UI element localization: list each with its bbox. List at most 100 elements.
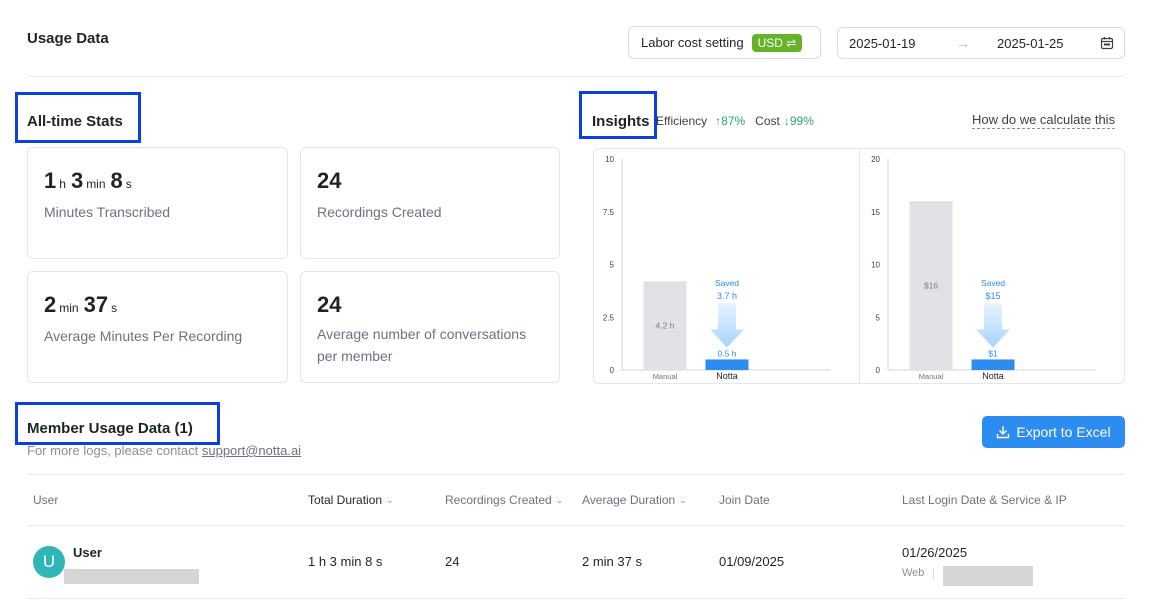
saved-label: Saved [715, 278, 739, 288]
insights-summary: Efficiency ↑87% Cost ↓99% [656, 114, 814, 128]
bar-notta [971, 359, 1015, 370]
y-tick-label: 10 [605, 155, 614, 164]
bar-notta [705, 359, 749, 370]
stat-number: 37 [83, 292, 109, 317]
stat-unit: s [125, 177, 132, 191]
stat-number: 2 [44, 292, 57, 317]
stat-unit: h [59, 177, 66, 191]
table-top-divider [27, 474, 1125, 475]
x-category-label: Manual [653, 372, 678, 381]
stat-unit: min [59, 301, 79, 315]
labor-cost-setting-button[interactable]: Labor cost setting USD ⇌ [628, 26, 821, 59]
page-title: Usage Data [27, 30, 109, 47]
cost-comparison-chart: 0 5 10 15 20 $16 Manual $1 Notta Saved $15 [871, 155, 1096, 381]
column-header-recordings-created[interactable]: Recordings Created ⌄ [445, 493, 563, 507]
saved-label: Saved [981, 278, 1005, 288]
y-tick-label: 0 [876, 366, 881, 375]
y-tick-label: 7.5 [603, 208, 615, 217]
user-name: User [73, 545, 102, 560]
stat-label: Average Minutes Per Recording [44, 328, 243, 344]
column-label: Join Date [719, 493, 770, 507]
column-label: Average Duration [582, 493, 676, 507]
stat-unit: s [111, 301, 118, 315]
cell-login-service: Web [902, 567, 925, 579]
cell-total-duration: 1 h 3 min 8 s [308, 554, 383, 569]
data-label-manual: $16 [924, 281, 938, 291]
stat-card-recordings-created: 24 Recordings Created [300, 147, 560, 259]
stat-value: 1 h 3 min 8 s [44, 168, 137, 194]
currency-switch-badge[interactable]: USD ⇌ [751, 33, 803, 52]
export-label: Export to Excel [1016, 424, 1111, 440]
cost-label: Cost [755, 114, 780, 128]
stat-label: Average number of conversations per memb… [317, 326, 527, 364]
column-label: User [33, 493, 59, 507]
avatar: U [33, 546, 65, 578]
x-category-label: Notta [982, 371, 1004, 381]
member-usage-title: Member Usage Data (1) [27, 420, 193, 437]
y-tick-label: 0 [610, 366, 615, 375]
x-category-label: Notta [716, 371, 738, 381]
date-range-picker[interactable]: 2025-01-19 → 2025-01-25 [837, 27, 1125, 59]
cell-join-date: 01/09/2025 [719, 554, 785, 569]
redacted-email [64, 569, 199, 584]
x-category-label: Manual [919, 372, 944, 381]
stat-value: 24 [317, 292, 341, 318]
cell-average-duration: 2 min 37 s [582, 554, 642, 569]
contact-line: For more logs, please contact support@no… [27, 443, 301, 458]
all-time-stats-title: All-time Stats [27, 113, 123, 130]
column-header-join-date: Join Date [719, 493, 770, 507]
column-header-total-duration[interactable]: Total Duration ⌄ [308, 493, 394, 507]
stat-number: 8 [110, 168, 123, 193]
date-end[interactable]: 2025-01-25 [988, 36, 1096, 51]
data-label-manual: 4.2 h [656, 321, 675, 331]
efficiency-value: ↑87% [715, 114, 746, 128]
column-header-average-duration[interactable]: Average Duration ⌄ [582, 493, 687, 507]
stat-number: 3 [70, 168, 84, 193]
y-tick-label: 15 [871, 208, 880, 217]
efficiency-label: Efficiency [656, 114, 708, 128]
support-email-link[interactable]: support@notta.ai [202, 443, 301, 458]
sort-chevron-icon[interactable]: ⌄ [679, 495, 687, 506]
y-tick-label: 20 [871, 155, 880, 164]
stat-number: 1 [44, 168, 57, 193]
stat-card-conversations-per-member: 24 Average number of conversations per m… [300, 271, 560, 383]
sort-chevron-icon[interactable]: ⌄ [386, 495, 394, 506]
table-header-divider [27, 525, 1125, 526]
stat-value: 2 min 37 s [44, 292, 122, 318]
data-label-notta: $1 [988, 348, 998, 358]
stat-value: 24 [317, 168, 341, 194]
table-bottom-divider [27, 598, 1125, 599]
stat-number: 24 [317, 168, 342, 193]
y-tick-label: 2.5 [603, 313, 615, 322]
service-ip-separator [933, 568, 934, 580]
date-start[interactable]: 2025-01-19 [848, 36, 956, 51]
date-range-arrow-icon: → [956, 35, 970, 51]
y-tick-label: 5 [610, 261, 615, 270]
calendar-icon[interactable] [1100, 36, 1114, 50]
saved-value: $15 [985, 291, 1000, 301]
contact-prefix: For more logs, please contact [27, 443, 202, 458]
stat-label: Recordings Created [317, 204, 442, 220]
how-we-calculate-link[interactable]: How do we calculate this [972, 112, 1116, 129]
stat-label: Minutes Transcribed [44, 204, 171, 220]
header-divider [27, 76, 1125, 77]
saved-value: 3.7 h [717, 291, 737, 301]
column-header-user: User [33, 493, 58, 507]
sort-chevron-icon[interactable]: ⌄ [556, 495, 564, 506]
time-comparison-chart: 0 2.5 5 7.5 10 4.2 h Manual 0.5 h Notta Saved 3.7 … [603, 155, 830, 381]
y-tick-label: 5 [876, 313, 881, 322]
saved-arrow-icon [710, 303, 744, 348]
column-label: Last Login Date & Service & IP [902, 493, 1067, 507]
saved-arrow-icon [976, 303, 1010, 348]
cell-recordings: 24 [445, 554, 460, 569]
stat-card-minutes-transcribed: 1 h 3 min 8 s Minutes Transcribed [27, 147, 288, 259]
column-header-last-login: Last Login Date & Service & IP [902, 493, 1067, 507]
cost-value: ↓99% [783, 114, 814, 128]
column-label: Total Duration [308, 493, 383, 507]
insights-chart-panel: 0 2.5 5 7.5 10 4.2 h Manual 0.5 h Notta Saved 3.7 … [593, 148, 1125, 384]
export-to-excel-button[interactable]: Export to Excel [982, 416, 1125, 448]
column-label: Recordings Created [445, 493, 552, 507]
stat-card-average-minutes: 2 min 37 s Average Minutes Per Recording [27, 271, 288, 383]
download-icon [997, 426, 1010, 439]
